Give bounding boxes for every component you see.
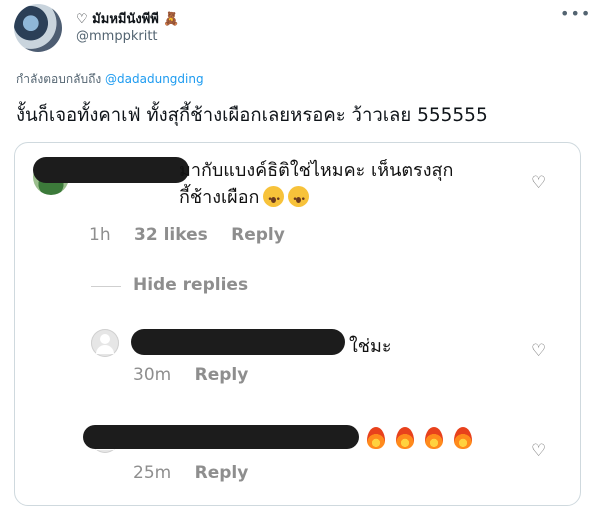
fire-emoji-icon bbox=[396, 427, 414, 449]
comment-text: ใช่มะ bbox=[349, 336, 392, 357]
comment-time: 25m bbox=[133, 463, 172, 483]
comment-text bbox=[367, 427, 483, 449]
tweet-text: งั้นก็เจอทั้งคาเฟ่ ทั้งสุกี้ช้างเผือกเลย… bbox=[16, 105, 488, 126]
like-heart-icon[interactable]: ♡ bbox=[531, 173, 546, 193]
more-horizontal-icon[interactable]: ••• bbox=[560, 4, 590, 24]
comment-meta: 1h 32 likes Reply bbox=[89, 225, 285, 245]
fire-emoji-icon bbox=[454, 427, 472, 449]
default-avatar-icon bbox=[91, 329, 119, 357]
astonished-emoji-icon bbox=[288, 186, 310, 214]
fire-emoji-icon bbox=[367, 427, 385, 449]
tweet-display-name[interactable]: ♡ มัมหมีนังพีพี 🧸 bbox=[76, 8, 180, 29]
comment-text: มากับแบงค์ธิติใช่ไหมคะ เห็นตรงสุก กี้ช้า… bbox=[179, 157, 509, 214]
tweet-author-avatar[interactable] bbox=[14, 4, 62, 52]
fire-emoji-icon bbox=[425, 427, 443, 449]
tweet-media-screenshot[interactable]: มากับแบงค์ธิติใช่ไหมคะ เห็นตรงสุก กี้ช้า… bbox=[14, 142, 581, 506]
hide-replies-divider bbox=[91, 286, 121, 287]
like-heart-icon[interactable]: ♡ bbox=[531, 441, 546, 461]
redacted-username bbox=[33, 157, 189, 183]
tweet-handle[interactable]: @mmppkritt bbox=[76, 29, 158, 44]
comment-meta: 30m Reply bbox=[133, 365, 248, 385]
comment-text-line2: กี้ช้างเผือก bbox=[179, 187, 260, 208]
like-heart-icon[interactable]: ♡ bbox=[531, 341, 546, 361]
reply-prefix: กำลังตอบกลับถึง bbox=[16, 72, 102, 86]
reply-button[interactable]: Reply bbox=[231, 225, 285, 245]
redacted-username bbox=[131, 329, 345, 355]
reply-button[interactable]: Reply bbox=[195, 365, 249, 385]
astonished-emoji-icon bbox=[263, 186, 285, 214]
redacted-username bbox=[83, 425, 359, 449]
reply-to-mention[interactable]: @dadadungding bbox=[105, 72, 204, 86]
hide-replies-button[interactable]: Hide replies bbox=[133, 275, 248, 295]
reply-button[interactable]: Reply bbox=[195, 463, 249, 483]
comment-time: 30m bbox=[133, 365, 172, 385]
reply-context: กำลังตอบกลับถึง @dadadungding bbox=[16, 70, 204, 89]
comment-time: 1h bbox=[89, 225, 111, 245]
comment-meta: 25m Reply bbox=[133, 463, 248, 483]
comment-likes[interactable]: 32 likes bbox=[134, 225, 208, 245]
comment-text-line1: มากับแบงค์ธิติใช่ไหมคะ เห็นตรงสุก bbox=[179, 160, 454, 181]
